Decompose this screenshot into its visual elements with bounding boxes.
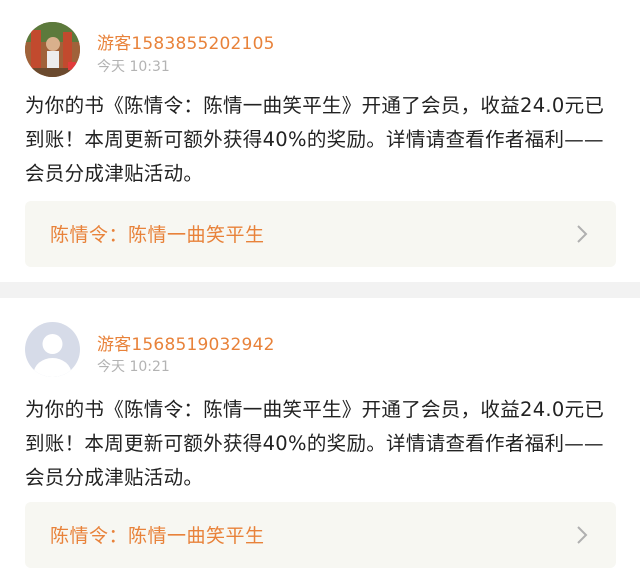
notification-card: 游客1568519032942 今天 10:21 为你的书《陈情令：陈情一曲笑平…	[0, 298, 640, 570]
timestamp: 今天 10:21	[97, 359, 170, 375]
book-title: 陈情令：陈情一曲笑平生	[50, 525, 265, 547]
notification-card: 游客1583855202105 今天 10:31 为你的书《陈情令：陈情一曲笑平…	[0, 0, 640, 282]
chevron-right-icon	[577, 225, 588, 243]
username[interactable]: 游客1568519032942	[97, 330, 275, 355]
timestamp: 今天 10:31	[97, 59, 170, 75]
photo-avatar-icon[interactable]	[25, 22, 80, 77]
notification-feed: 游客1583855202105 今天 10:31 为你的书《陈情令：陈情一曲笑平…	[0, 0, 640, 570]
book-title: 陈情令：陈情一曲笑平生	[50, 224, 265, 246]
section-divider	[0, 282, 640, 298]
notification-message: 为你的书《陈情令：陈情一曲笑平生》开通了会员，收益24.0元已到账！本周更新可额…	[25, 94, 605, 185]
book-link-card[interactable]: 陈情令：陈情一曲笑平生	[25, 201, 616, 267]
notification-message: 为你的书《陈情令：陈情一曲笑平生》开通了会员，收益24.0元已到账！本周更新可额…	[25, 398, 605, 489]
username[interactable]: 游客1583855202105	[97, 29, 275, 54]
book-link-card[interactable]: 陈情令：陈情一曲笑平生	[25, 502, 616, 568]
chevron-right-icon	[577, 526, 588, 544]
default-avatar-icon[interactable]	[25, 322, 80, 377]
